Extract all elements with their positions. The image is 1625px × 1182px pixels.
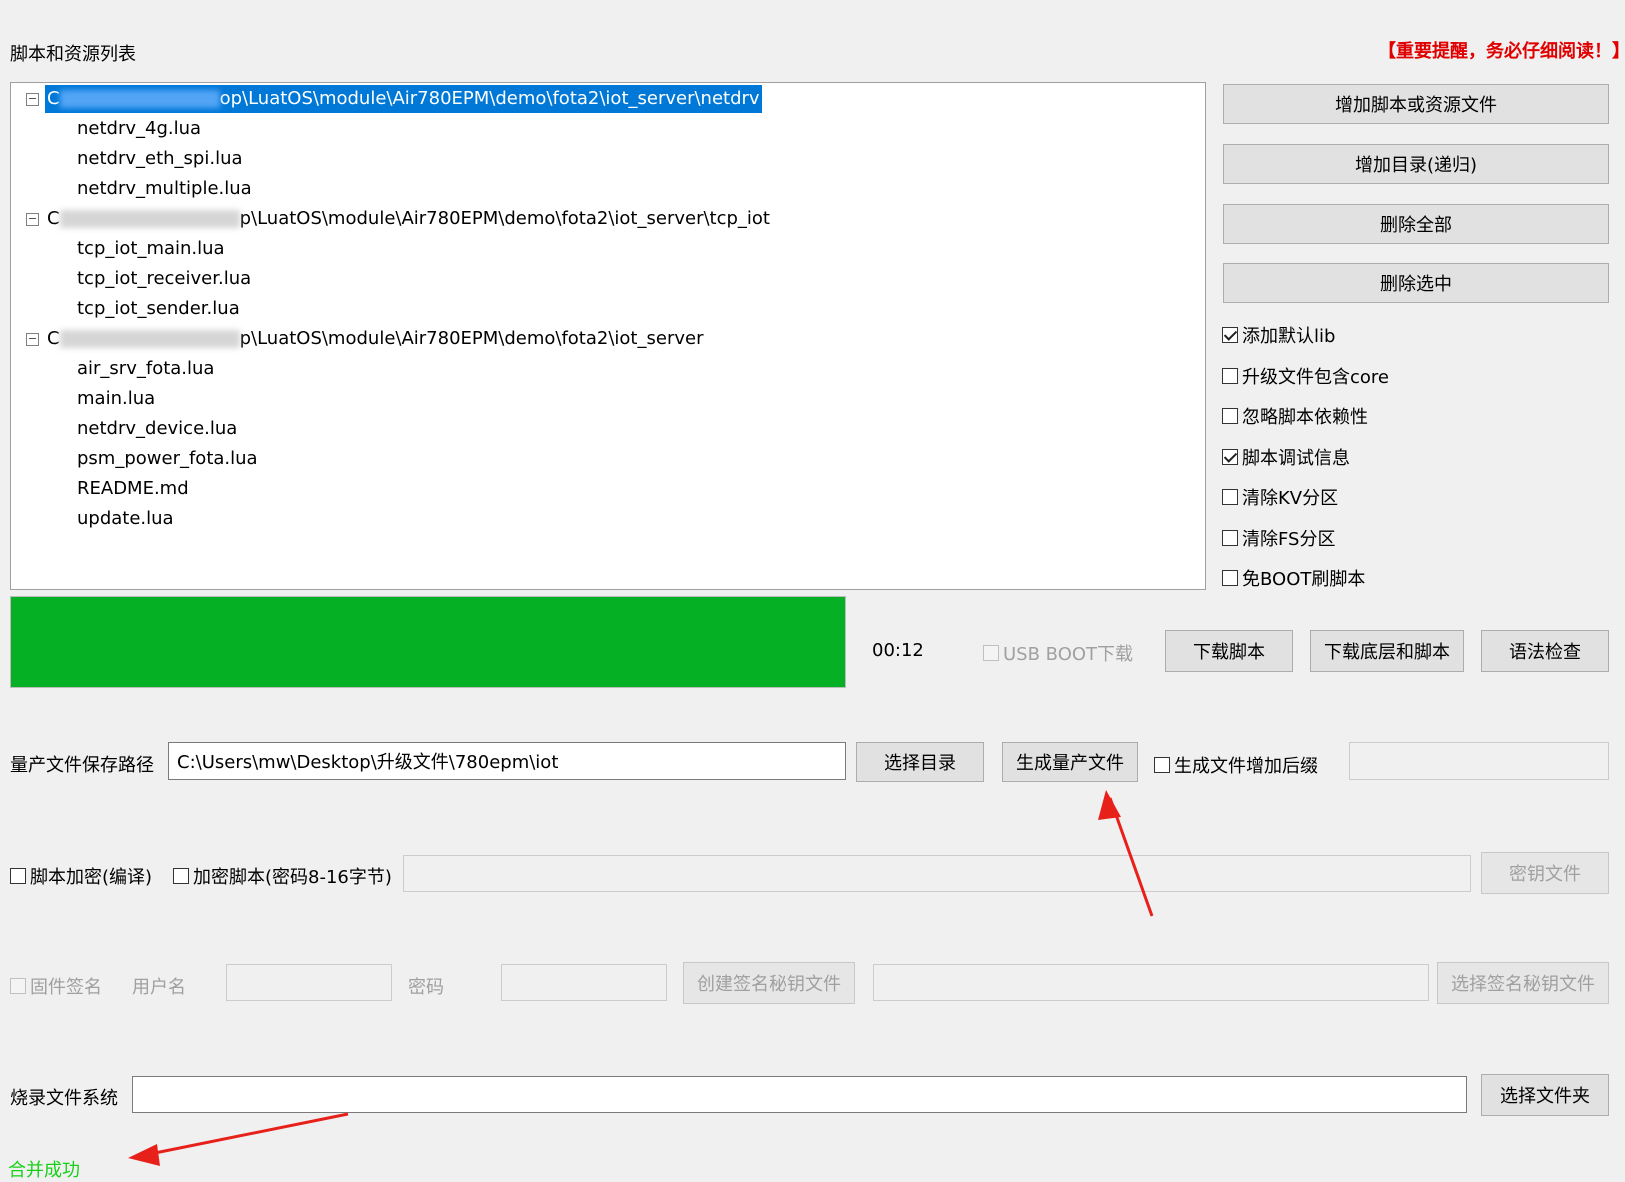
section-title: 脚本和资源列表 [10,44,136,65]
checkbox-icon[interactable] [10,868,26,884]
checkbox-icon[interactable] [173,868,189,884]
tree-file[interactable]: tcp_iot_sender.lua [77,295,240,323]
arrow-to-generate-button [1098,790,1154,917]
checkbox-icon[interactable] [1222,449,1238,465]
tree-group-path[interactable]: Cop\LuatOS\module\Air780EPM\demo\fota2\i… [45,85,762,113]
tree-file[interactable]: netdrv_4g.lua [77,115,201,143]
checkbox-icon[interactable] [1222,327,1238,343]
elapsed-time: 00:12 [872,640,924,661]
file-suffix-input [1349,742,1609,780]
progress-fill [11,597,845,687]
option-clear-fs[interactable]: 清除FS分区 [1222,525,1335,551]
choose-sign-key-button: 选择签名秘钥文件 [1437,962,1609,1004]
checkbox-icon[interactable] [1222,368,1238,384]
encrypt-password-input [403,855,1471,892]
create-sign-key-button: 创建签名秘钥文件 [683,962,855,1004]
redacted-blur [59,210,240,228]
key-file-button: 密钥文件 [1481,852,1609,894]
checkbox-icon[interactable] [1222,530,1238,546]
option-clear-kv[interactable]: 清除KV分区 [1222,484,1338,510]
checkbox-icon[interactable] [1222,570,1238,586]
download-firmware-and-script-button[interactable]: 下载底层和脚本 [1310,630,1464,672]
collapse-icon[interactable]: − [26,93,39,106]
option-no-boot-flash[interactable]: 免BOOT刷脚本 [1222,565,1365,591]
choose-directory-button[interactable]: 选择目录 [856,742,984,782]
option-add-default-lib[interactable]: 添加默认lib [1222,322,1335,348]
usb-boot-download-checkbox: USB BOOT下载 [983,640,1133,666]
checkbox-icon [983,645,999,661]
add-file-suffix-checkbox[interactable]: 生成文件增加后缀 [1154,752,1318,778]
tree-file[interactable]: tcp_iot_receiver.lua [77,265,251,293]
redacted-blur [59,90,220,108]
download-progress-bar [10,596,846,688]
tree-group-path[interactable]: Cp\LuatOS\module\Air780EPM\demo\fota2\io… [47,325,703,353]
firmware-sign-checkbox: 固件签名 [10,973,102,999]
collapse-icon[interactable]: − [26,213,39,226]
status-text: 合并成功 [8,1160,80,1181]
option-debug-info[interactable]: 脚本调试信息 [1222,444,1350,470]
tree-group-path[interactable]: Cp\LuatOS\module\Air780EPM\demo\fota2\io… [47,205,770,233]
tree-file[interactable]: air_srv_fota.lua [77,355,214,383]
generate-mass-production-button[interactable]: 生成量产文件 [1002,742,1138,782]
mass-production-path-input[interactable]: C:\Users\mw\Desktop\升级文件\780epm\iot [168,742,846,780]
redacted-blur [59,330,240,348]
burn-filesystem-input[interactable] [132,1076,1467,1113]
option-ignore-dependency[interactable]: 忽略脚本依赖性 [1222,403,1368,429]
important-warning[interactable]: 【重要提醒，务必仔细阅读！】 [1378,37,1625,63]
syntax-check-button[interactable]: 语法检查 [1481,630,1609,672]
arrow-to-status-text [128,1112,349,1166]
delete-all-button[interactable]: 删除全部 [1223,204,1609,244]
checkbox-icon[interactable] [1222,489,1238,505]
checkbox-icon[interactable] [1154,757,1170,773]
script-encrypt-compile-checkbox[interactable]: 脚本加密(编译) [10,863,152,889]
tree-file[interactable]: netdrv_eth_spi.lua [77,145,243,173]
password-label: 密码 [408,977,444,998]
option-include-core[interactable]: 升级文件包含core [1222,363,1389,389]
delete-selected-button[interactable]: 删除选中 [1223,263,1609,303]
encrypt-password-checkbox[interactable]: 加密脚本(密码8-16字节) [173,863,392,889]
password-input [501,964,667,1001]
tree-file[interactable]: tcp_iot_main.lua [77,235,225,263]
tree-file[interactable]: main.lua [77,385,155,413]
burn-filesystem-label: 烧录文件系统 [10,1088,118,1109]
choose-folder-button[interactable]: 选择文件夹 [1481,1074,1609,1116]
collapse-icon[interactable]: − [26,333,39,346]
username-label: 用户名 [132,977,186,998]
checkbox-icon [10,978,26,994]
tree-file[interactable]: README.md [77,475,189,503]
add-directory-recursive-button[interactable]: 增加目录(递归) [1223,144,1609,184]
tree-file[interactable]: psm_power_fota.lua [77,445,258,473]
username-input [226,964,392,1001]
script-resource-tree[interactable]: − Cop\LuatOS\module\Air780EPM\demo\fota2… [10,82,1206,590]
sign-key-path-input [873,964,1429,1001]
tree-file[interactable]: netdrv_multiple.lua [77,175,252,203]
tree-file[interactable]: netdrv_device.lua [77,415,237,443]
mass-production-path-label: 量产文件保存路径 [10,755,154,776]
checkbox-icon[interactable] [1222,408,1238,424]
download-script-button[interactable]: 下载脚本 [1165,630,1293,672]
tree-file[interactable]: update.lua [77,505,174,533]
add-script-resource-button[interactable]: 增加脚本或资源文件 [1223,84,1609,124]
